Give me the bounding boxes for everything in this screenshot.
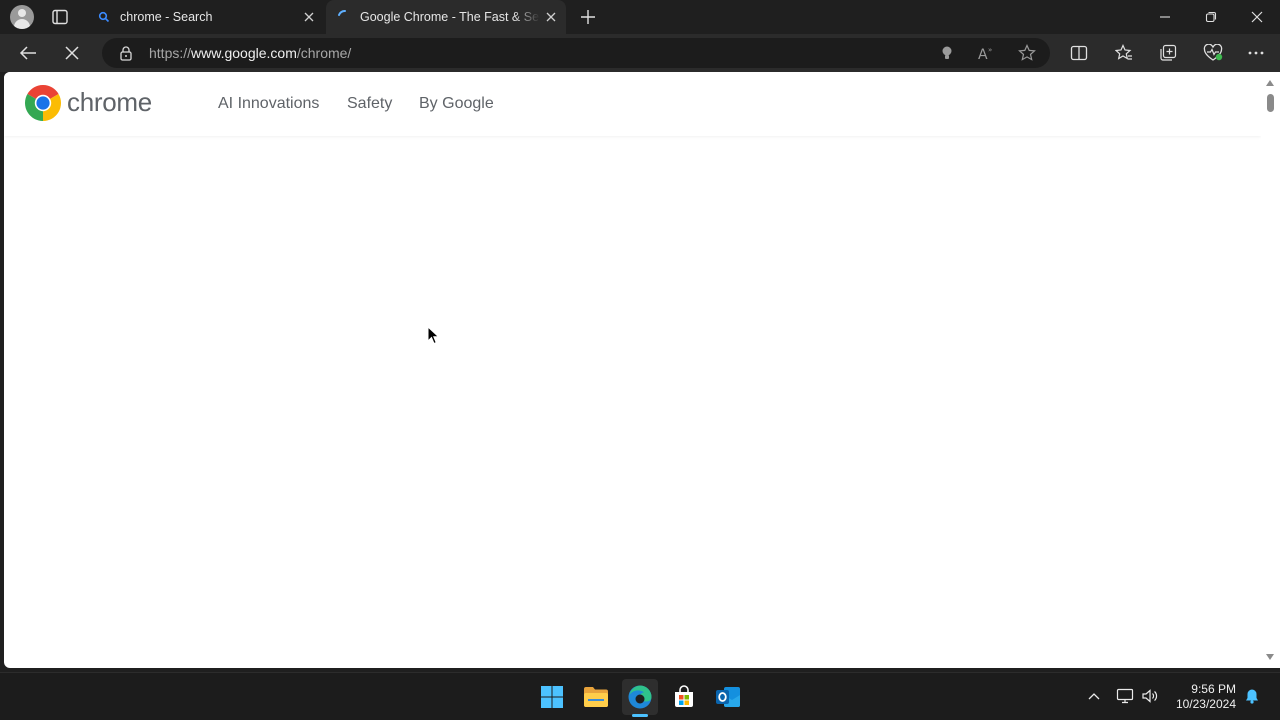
lock-icon[interactable] [118,45,134,61]
scroll-down-arrow-icon[interactable] [1266,654,1274,660]
edge-icon[interactable] [622,679,658,715]
close-tab-icon[interactable] [298,6,320,28]
address-bar[interactable]: https://www.google.com/chrome/ A» [102,38,1050,68]
start-icon[interactable] [534,679,570,715]
scroll-thumb[interactable] [1267,94,1274,112]
close-tab-icon[interactable] [540,6,562,28]
taskbar: 9:56 PM 10/23/2024 [0,672,1280,720]
chevron-up-icon[interactable] [1083,685,1105,707]
vertical-scrollbar[interactable] [1261,72,1280,668]
navigation-bar: https://www.google.com/chrome/ A» [0,34,1280,72]
more-icon[interactable] [1242,39,1270,67]
clock-time: 9:56 PM [1191,682,1236,696]
url-protocol: https:// [149,45,192,61]
restore-icon[interactable] [1188,0,1234,34]
microsoft-store-icon[interactable] [666,679,702,715]
brand-wordmark[interactable]: chrome [67,87,152,118]
tab-chrome-search[interactable]: chrome - Search [86,0,324,34]
tab-title: Google Chrome - The Fast & Secure Web Br… [360,10,540,24]
stop-loading-icon[interactable] [58,39,86,67]
url-host: www.google.com [191,45,297,61]
tab-title: chrome - Search [120,10,213,24]
site-header: chrome AI Innovations Safety By Google [4,72,1261,136]
nav-link-by-google[interactable]: By Google [419,95,494,113]
minimize-icon[interactable] [1142,0,1188,34]
search-icon [96,9,112,25]
url-text[interactable]: https://www.google.com/chrome/ [149,45,351,61]
chrome-logo-icon[interactable] [25,85,61,121]
svg-text:A: A [978,47,988,61]
outlook-icon[interactable] [710,679,746,715]
svg-text:»: » [988,46,992,54]
tab-google-chrome[interactable]: Google Chrome - The Fast & Secure Web Br… [326,0,566,34]
lightbulb-icon[interactable] [937,43,957,63]
network-icon[interactable] [1114,685,1136,707]
tab-actions-icon[interactable] [50,9,70,25]
browser-essentials-icon[interactable] [1199,39,1227,67]
back-arrow-icon[interactable] [14,39,42,67]
loading-spinner-icon [336,9,352,25]
clock-date: 10/23/2024 [1175,697,1236,711]
scroll-up-arrow-icon[interactable] [1266,80,1274,86]
read-aloud-icon[interactable]: A» [977,43,997,63]
nav-link-safety[interactable]: Safety [347,95,392,113]
collections-icon[interactable] [1154,39,1182,67]
plus-icon[interactable] [578,7,598,27]
split-screen-icon[interactable] [1065,39,1093,67]
favorites-icon[interactable] [1110,39,1138,67]
nav-link-ai-innovations[interactable]: AI Innovations [218,95,319,113]
active-app-indicator [632,714,648,717]
star-icon[interactable] [1017,43,1037,63]
volume-icon[interactable] [1139,685,1161,707]
mouse-cursor-icon [427,326,439,345]
system-clock[interactable]: 9:56 PM 10/23/2024 [1166,682,1236,712]
file-explorer-icon[interactable] [578,679,614,715]
notification-bell-icon[interactable] [1241,685,1263,707]
title-bar: chrome - Search Google Chrome - The Fast… [0,0,1280,34]
profile-avatar-icon[interactable] [10,5,34,29]
close-icon[interactable] [1234,0,1280,34]
page-viewport: chrome AI Innovations Safety By Google [4,72,1261,668]
url-path: /chrome/ [296,45,352,61]
